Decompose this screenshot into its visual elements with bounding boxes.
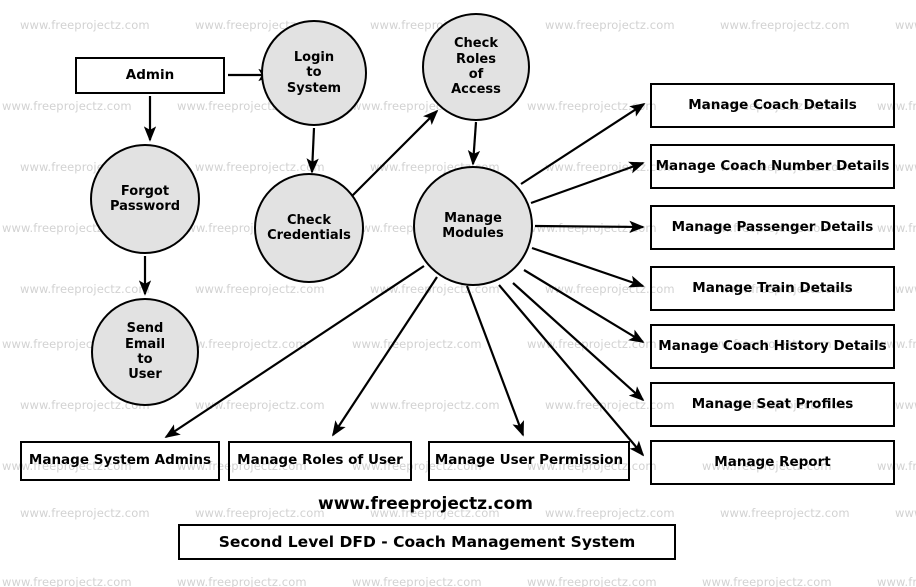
module-box-manage-coach-number-details[interactable]: Manage Coach Number Details [650,144,895,189]
process-send-email-to-user[interactable]: Send Email to User [91,298,199,406]
diagram-title-box: Second Level DFD - Coach Management Syst… [178,524,676,560]
entity-admin-label: Admin [125,66,175,83]
module-box-label: Manage Coach Details [688,96,857,113]
process-forgot-password-label: Forgot Password [109,183,181,214]
module-box-label: Manage Coach Number Details [655,157,890,174]
process-check-roles-of-access[interactable]: Check Roles of Access [422,13,530,121]
module-box-label: Manage Coach History Details [658,337,887,354]
dfd-diagram-canvas: www.freeprojectz.com www.freeprojectz.com… [0,0,916,587]
process-manage-modules-label: Manage Modules [442,210,504,241]
module-box-manage-system-admins[interactable]: Manage System Admins [20,441,220,481]
module-box-label: Manage Report [714,453,831,470]
module-box-manage-coach-history-details[interactable]: Manage Coach History Details [650,324,895,369]
module-box-manage-coach-details[interactable]: Manage Coach Details [650,83,895,128]
process-forgot-password[interactable]: Forgot Password [90,144,200,254]
module-box-manage-train-details[interactable]: Manage Train Details [650,266,895,311]
module-box-manage-report[interactable]: Manage Report [650,440,895,485]
module-box-label: Manage Train Details [692,279,853,296]
process-login-to-system[interactable]: Login to System [261,20,367,126]
module-box-label: Manage Roles of User [237,452,403,469]
module-box-manage-roles-of-user[interactable]: Manage Roles of User [228,441,412,481]
module-box-label: Manage System Admins [28,452,212,469]
process-login-to-system-label: Login to System [286,50,342,96]
module-box-label: Manage User Permission [434,452,624,469]
site-tag: www.freeprojectz.com [318,494,533,514]
process-check-credentials[interactable]: Check Credentials [254,173,364,283]
module-box-manage-passenger-details[interactable]: Manage Passenger Details [650,205,895,250]
process-send-email-to-user-label: Send Email to User [124,321,166,383]
diagram-title-label: Second Level DFD - Coach Management Syst… [218,533,636,551]
module-box-manage-seat-profiles[interactable]: Manage Seat Profiles [650,382,895,427]
process-manage-modules[interactable]: Manage Modules [413,166,533,286]
module-box-manage-user-permission[interactable]: Manage User Permission [428,441,630,481]
module-box-label: Manage Seat Profiles [691,395,854,412]
process-check-roles-of-access-label: Check Roles of Access [451,36,501,98]
entity-admin[interactable]: Admin [75,57,225,94]
process-check-credentials-label: Check Credentials [267,212,351,243]
module-box-label: Manage Passenger Details [671,218,874,235]
node-layer: Admin Login to System Check Roles of Access F… [0,0,916,587]
